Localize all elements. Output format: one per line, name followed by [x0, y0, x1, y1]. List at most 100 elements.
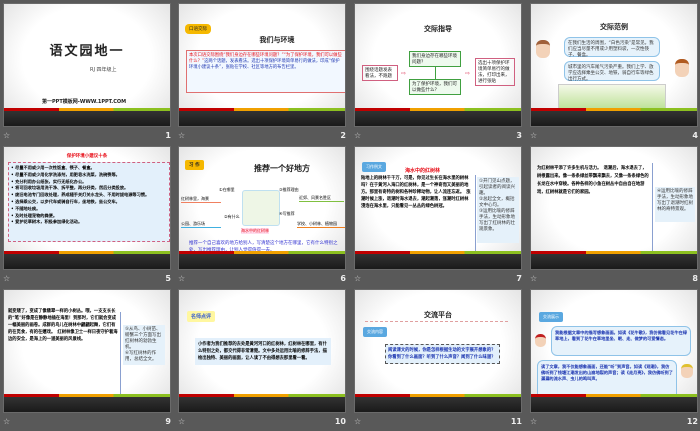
slide-thumbnail-11[interactable]: 交流平台 交流内容 阅读课文的时候，你是怎样根据生动的文字展开想象的？你看到了什…: [354, 289, 522, 413]
slide-subtitle: RJ 四年级上: [90, 67, 117, 73]
slide-bar: [355, 254, 521, 269]
slide-thumbnail-10[interactable]: 名师点评 小作者为我们推荐的去处是黄河河口的红树林，红树林在哪里，有什么特别之处…: [178, 289, 346, 413]
branch-label: ④写推荐: [279, 211, 295, 216]
slide-number: 5: [165, 274, 171, 283]
slide-tag: 习作例文: [362, 162, 386, 172]
annotation: ②总起全文，概括文中心句。: [479, 197, 515, 208]
slide-thumbnail-7[interactable]: 习作例文 海水中的红树林 陆地上的树林千千万，可是，你见过生长在海水里的树林吗？…: [354, 146, 522, 270]
slide-number: 12: [686, 417, 698, 426]
animation-star-icon[interactable]: ☆: [530, 131, 537, 140]
slide-meta-9: ☆ 9: [3, 417, 171, 429]
slide-meta-8: ☆ 8: [530, 274, 698, 286]
animation-star-icon[interactable]: ☆: [178, 274, 185, 283]
slide-meta-2: ☆ 2: [178, 131, 346, 143]
slide-meta-12: ☆ 12: [530, 417, 698, 429]
list-item: • 不随地吐痰。: [11, 205, 41, 211]
leaf-label: 公园、游乐场: [181, 221, 221, 228]
slide-tag: 口语交际: [185, 24, 211, 34]
slide-tag: 习 作: [185, 160, 204, 170]
slide-thumbnail-4[interactable]: 交际范例 在我们生活的周围，“白色污染”是常见。我们应当尽量不用或少用塑料袋，一…: [530, 3, 698, 127]
list-item: • 废旧电池专门回收处理，养成随手关灯关水龙头、不用时拔电源等习惯。: [11, 192, 150, 198]
annotation: ⑥写红树林的作用，总结全文。: [125, 351, 157, 362]
slide-tag: 交流展示: [539, 312, 563, 322]
list-item: • 尽量不用或少用一次性饭盒、筷子、餐盒。: [11, 165, 95, 170]
slide-title: 推荐一个好地方: [254, 163, 310, 173]
slide-bar: [4, 254, 170, 269]
slide-number: 7: [516, 274, 522, 283]
slide-tag: 名师点评: [187, 311, 216, 322]
leaf-label: 近郊、风景名胜区: [299, 195, 344, 202]
animation-star-icon[interactable]: ☆: [530, 274, 537, 283]
slide-body: 本次口语交际围绕“我们身边存在哪些环境问题？”“为了保护环境，我们可以做些什么？…: [186, 50, 345, 93]
slide-number: 3: [516, 131, 522, 140]
slide-number: 2: [340, 131, 346, 140]
list-item: • 选择乘公交，以步代车或骑自行车，坐地铁，坐公交车。: [11, 198, 120, 204]
animation-star-icon[interactable]: ☆: [530, 417, 537, 426]
slide-meta-7: ☆ 7: [354, 274, 522, 286]
animation-star-icon[interactable]: ☆: [178, 417, 185, 426]
slide-number: 11: [510, 417, 522, 426]
slide-footer: 第一PPT模板网-WWW.1PPT.COM: [42, 99, 127, 105]
slide-body: 陆地上的树林千千万，可是，你见过生长在海水里的树林吗？在于黄河入海口的红树林，是…: [361, 176, 471, 209]
flow-top-box: 我们身边存在哪些环境问题？: [409, 51, 461, 67]
speech-bubble: 城市里的汽车尾气污染严重。我们上学、放学应选择乘坐公交、地铁，骑自行车等绿色出行…: [564, 61, 660, 82]
slide-meta-11: ☆ 11: [354, 417, 522, 429]
slide-thumbnail-5[interactable]: 保护环境小建议十条 • 尽量不用或少用一次性饭盒、筷子、餐盒。 • 尽量不用或少…: [3, 146, 171, 270]
boy-avatar: [675, 59, 689, 77]
animation-star-icon[interactable]: ☆: [178, 131, 185, 140]
slide-number: 1: [165, 131, 171, 140]
divider: [365, 321, 508, 322]
slide-number: 10: [334, 417, 346, 426]
suggestion-list: • 尽量不用或少用一次性饭盒、筷子、餐盒。 • 尽量不用或少用化学洗涤剂，用肥皂…: [8, 162, 170, 242]
slide-bar: [179, 254, 345, 269]
slide-thumbnail-6[interactable]: 习 作 推荐一个好地方 海水中的红树林 ①在哪里 ②有什么 ③推荐理由 ④写推荐…: [178, 146, 346, 270]
connector: [435, 67, 436, 79]
slide-body: 就变矮了，变成了像翡翠一样的小树丛。哦，一支支长长的“笔”好像是在静静地插在海里…: [8, 309, 118, 342]
branch-label: ①在哪里: [219, 187, 235, 192]
annotation: ⑤从鸟、小树苗、螃蟹三个方面写出红树林的勃勃生机。: [125, 327, 161, 350]
slide-thumbnail-3[interactable]: 交际指导 围绕话题发表看法，不跑题 ⇨ 我们身边存在哪些环境问题？ 为了保护环境…: [354, 3, 522, 127]
slide-bar: [531, 397, 697, 412]
slide-meta-6: ☆ 6: [178, 274, 346, 286]
slide-number: 6: [340, 274, 346, 283]
annotation: ①开门见山点题，引起读者的阅读兴趣。: [479, 179, 515, 196]
slide-bar: [179, 397, 345, 412]
slide-thumbnail-9[interactable]: 就变矮了，变成了像翡翠一样的小树丛。哦，一支支长长的“笔”好像是在静静地插在海里…: [3, 289, 171, 413]
slide-body: 为红树林平添了许多生机与活力。 退潮后，海水退去了，树根露出来。像一条条绿丝带飘…: [537, 166, 649, 195]
slide-number: 8: [692, 274, 698, 283]
animation-star-icon[interactable]: ☆: [354, 417, 361, 426]
leaf-label: 红树林里，海景: [181, 196, 221, 203]
slide-body: 小作者为我们推荐的去处是黄河河口的红树林，红树林在哪里，有什么特别之处，都交代得…: [195, 338, 331, 365]
flow-right-box: 选出十项保护环境简单易行的做法，打印出来，进行张贴: [475, 58, 515, 86]
boy-avatar: [681, 364, 693, 378]
animation-star-icon[interactable]: ☆: [3, 131, 10, 140]
leaf-label: 学校、小树林、植物园: [297, 221, 345, 228]
slide-thumbnail-8[interactable]: 为红树林平添了许多生机与活力。 退潮后，海水退去了，树根露出来。像一条条绿丝带飘…: [530, 146, 698, 270]
list-item: • 爱护花草树木，积极参加绿化活动。: [11, 219, 83, 225]
slide-bar: [355, 397, 521, 412]
divider: [652, 163, 653, 253]
branch-label: ②有什么: [224, 214, 240, 219]
speech-bubble: 在我们生活的周围，“白色污染”是常见。我们应当尽量不用或少用塑料袋，一次性筷子、…: [564, 37, 660, 58]
speech-bubble: 我能根据文章中的描写想象画面。如读《花牛歌》，我仿佛看见花牛在绿草地上，看到了花…: [551, 326, 691, 356]
girl-avatar: [535, 334, 546, 347]
annotation-panel: ①开门见山点题，引起读者的阅读兴趣。 ②总起全文，概括文中心句。 ③运用比喻的修…: [477, 177, 519, 243]
animation-star-icon[interactable]: ☆: [3, 417, 10, 426]
slide-thumbnail-12[interactable]: 交流展示 我能根据文章中的描写想象画面。如读《花牛歌》，我仿佛看见花牛在绿草地上…: [530, 289, 698, 413]
slide-thumbnail-2[interactable]: 口语交际 我们与环境 本次口语交际围绕“我们身边存在哪些环境问题？”“为了保护环…: [178, 3, 346, 127]
slide-thumbnail-1[interactable]: 语文园地一 RJ 四年级上 第一PPT模板网-WWW.1PPT.COM: [3, 3, 171, 127]
animation-star-icon[interactable]: ☆: [354, 274, 361, 283]
slide-title: 交际指导: [424, 25, 452, 33]
animation-star-icon[interactable]: ☆: [354, 131, 361, 140]
animation-star-icon[interactable]: ☆: [3, 274, 10, 283]
slide-bar: [4, 397, 170, 412]
slide-meta-1: ☆ 1: [3, 131, 171, 143]
arrow-right-icon: ⇨: [401, 70, 407, 77]
annotation-panel: ④运用比喻的修辞手法，生动形象地写出了退潮时红树林的奇特景观。: [655, 187, 695, 222]
slide-bar: [531, 254, 697, 269]
slide-meta-4: ☆ 4: [530, 131, 698, 143]
branch-label: ③推荐理由: [279, 187, 299, 192]
annotation-panel: ⑤从鸟、小树苗、螃蟹三个方面写出红树林的勃勃生机。 ⑥写红树林的作用，总结全文。: [123, 325, 165, 365]
slide-title: 交际范例: [600, 23, 628, 31]
slide-number: 9: [165, 417, 171, 426]
